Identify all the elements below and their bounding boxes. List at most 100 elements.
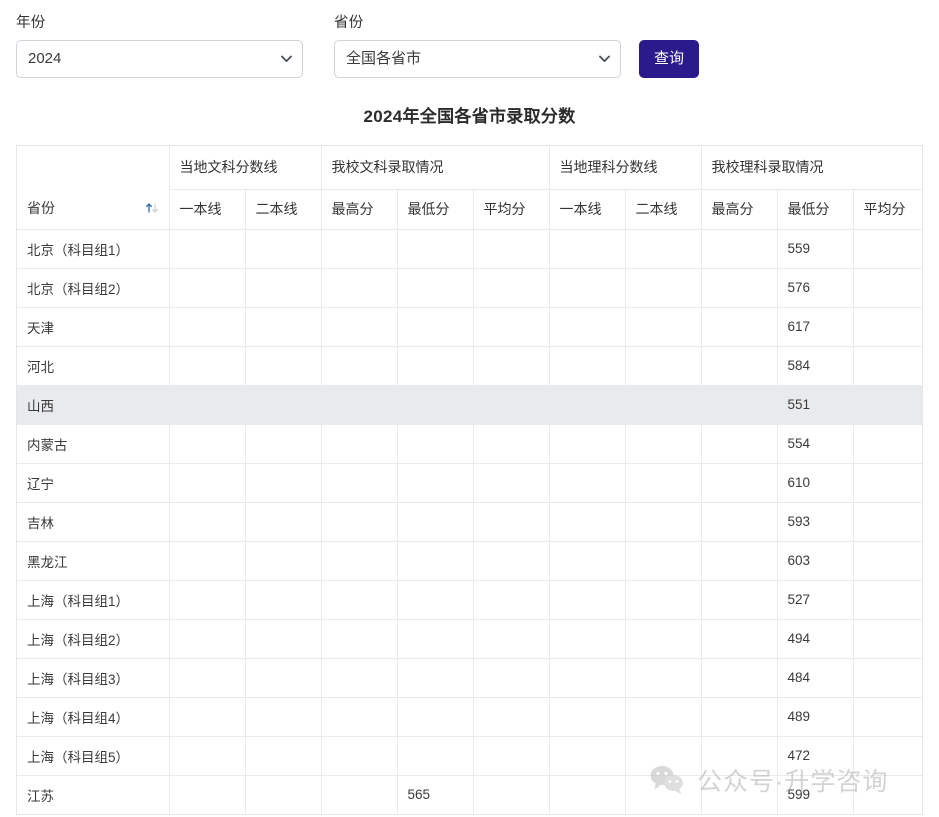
table-row[interactable]: 辽宁 610 — [17, 463, 922, 503]
cell-2 — [321, 346, 398, 386]
cell-8: 617 — [777, 307, 854, 347]
cell-7 — [701, 385, 778, 425]
cell-6 — [625, 658, 702, 698]
cell-6 — [625, 619, 702, 659]
column-header-3: 最低分 — [397, 189, 474, 230]
cell-7 — [701, 697, 778, 737]
column-header-2: 最高分 — [321, 189, 398, 230]
cell-2 — [321, 502, 398, 542]
page-title: 2024年全国各省市录取分数 — [363, 107, 576, 126]
cell-province: 上海（科目组5） — [17, 736, 170, 776]
cell-province: 辽宁 — [17, 463, 170, 503]
cell-7 — [701, 502, 778, 542]
cell-2 — [321, 424, 398, 464]
cell-6 — [625, 346, 702, 386]
cell-3 — [397, 502, 474, 542]
group-header-2: 我校文科录取情况 — [321, 146, 550, 190]
cell-9 — [853, 775, 922, 815]
cell-4 — [473, 775, 550, 815]
cell-1 — [245, 541, 322, 581]
cell-province: 黑龙江 — [17, 541, 170, 581]
cell-3 — [397, 307, 474, 347]
cell-8: 599 — [777, 775, 854, 815]
year-field-group: 年份 20242023202220212020 — [16, 14, 303, 78]
table-row[interactable]: 吉林 593 — [17, 502, 922, 542]
cell-9 — [853, 697, 922, 737]
cell-8: 584 — [777, 346, 854, 386]
cell-1 — [245, 307, 322, 347]
cell-5 — [549, 268, 626, 308]
cell-8: 576 — [777, 268, 854, 308]
cell-7 — [701, 541, 778, 581]
column-header-6: 二本线 — [625, 189, 702, 230]
cell-9 — [853, 229, 922, 269]
cell-6 — [625, 502, 702, 542]
table-row[interactable]: 北京（科目组1） 559 — [17, 229, 922, 269]
cell-1 — [245, 229, 322, 269]
cell-3 — [397, 385, 474, 425]
cell-8: 603 — [777, 541, 854, 581]
cell-2 — [321, 307, 398, 347]
group-header-1: 当地文科分数线 — [169, 146, 322, 190]
cell-province: 上海（科目组1） — [17, 580, 170, 620]
cell-0 — [169, 541, 246, 581]
table-row[interactable]: 北京（科目组2） 576 — [17, 268, 922, 308]
group-header-4: 我校理科录取情况 — [701, 146, 922, 190]
cell-9 — [853, 736, 922, 776]
cell-province: 内蒙古 — [17, 424, 170, 464]
cell-8: 484 — [777, 658, 854, 698]
cell-5 — [549, 424, 626, 464]
cell-province: 山西 — [17, 385, 170, 425]
column-header-4: 平均分 — [473, 189, 550, 230]
table-row[interactable]: 上海（科目组3） 484 — [17, 658, 922, 698]
table-row[interactable]: 黑龙江 603 — [17, 541, 922, 581]
cell-2 — [321, 580, 398, 620]
cell-2 — [321, 463, 398, 503]
year-select-wrap: 20242023202220212020 — [16, 40, 303, 78]
cell-1 — [245, 346, 322, 386]
cell-6 — [625, 775, 702, 815]
cell-5 — [549, 229, 626, 269]
cell-9 — [853, 541, 922, 581]
cell-0 — [169, 502, 246, 542]
cell-province: 天津 — [17, 307, 170, 347]
cell-2 — [321, 658, 398, 698]
cell-province: 江苏 — [17, 775, 170, 815]
cell-5 — [549, 580, 626, 620]
cell-4 — [473, 658, 550, 698]
cell-0 — [169, 346, 246, 386]
table-row[interactable]: 河北 584 — [17, 346, 922, 386]
cell-8: 554 — [777, 424, 854, 464]
cell-2 — [321, 268, 398, 308]
table-row[interactable]: 上海（科目组1） 527 — [17, 580, 922, 620]
cell-8: 489 — [777, 697, 854, 737]
cell-5 — [549, 307, 626, 347]
table-row[interactable]: 天津 617 — [17, 307, 922, 347]
province-label: 省份 — [334, 15, 364, 31]
sort-icon[interactable] — [145, 201, 159, 215]
table-row[interactable]: 上海（科目组2） 494 — [17, 619, 922, 659]
query-button[interactable]: 查询 — [639, 40, 700, 78]
table-row[interactable]: 上海（科目组5） 472 — [17, 736, 922, 776]
cell-6 — [625, 580, 702, 620]
group-header-3: 当地理科分数线 — [549, 146, 702, 190]
cell-6 — [625, 424, 702, 464]
cell-4 — [473, 229, 550, 269]
cell-1 — [245, 385, 322, 425]
cell-1 — [245, 658, 322, 698]
score-table: 省份 当地文科分数线 我校文科录取情况 当地理科分数线 我校理科录取情况 一本线 二本线最… — [17, 146, 922, 815]
filter-bar: 年份 20242023202220212020 省份 全国各省市北京天津河北山西 — [0, 0, 939, 78]
cell-6 — [625, 268, 702, 308]
year-label: 年份 — [16, 15, 46, 31]
table-head: 省份 当地文科分数线 我校文科录取情况 当地理科分数线 我校理科录取情况 一本线 二本线最… — [17, 146, 922, 230]
cell-4 — [473, 619, 550, 659]
table-row[interactable]: 山西 551 — [17, 385, 922, 425]
cell-6 — [625, 229, 702, 269]
table-row[interactable]: 内蒙古 554 — [17, 424, 922, 464]
province-select[interactable]: 全国各省市北京天津河北山西 — [334, 40, 621, 78]
year-select[interactable]: 20242023202220212020 — [16, 40, 303, 78]
cell-5 — [549, 697, 626, 737]
table-row[interactable]: 江苏 565 599 — [17, 775, 922, 815]
cell-6 — [625, 541, 702, 581]
table-row[interactable]: 上海（科目组4） 489 — [17, 697, 922, 737]
